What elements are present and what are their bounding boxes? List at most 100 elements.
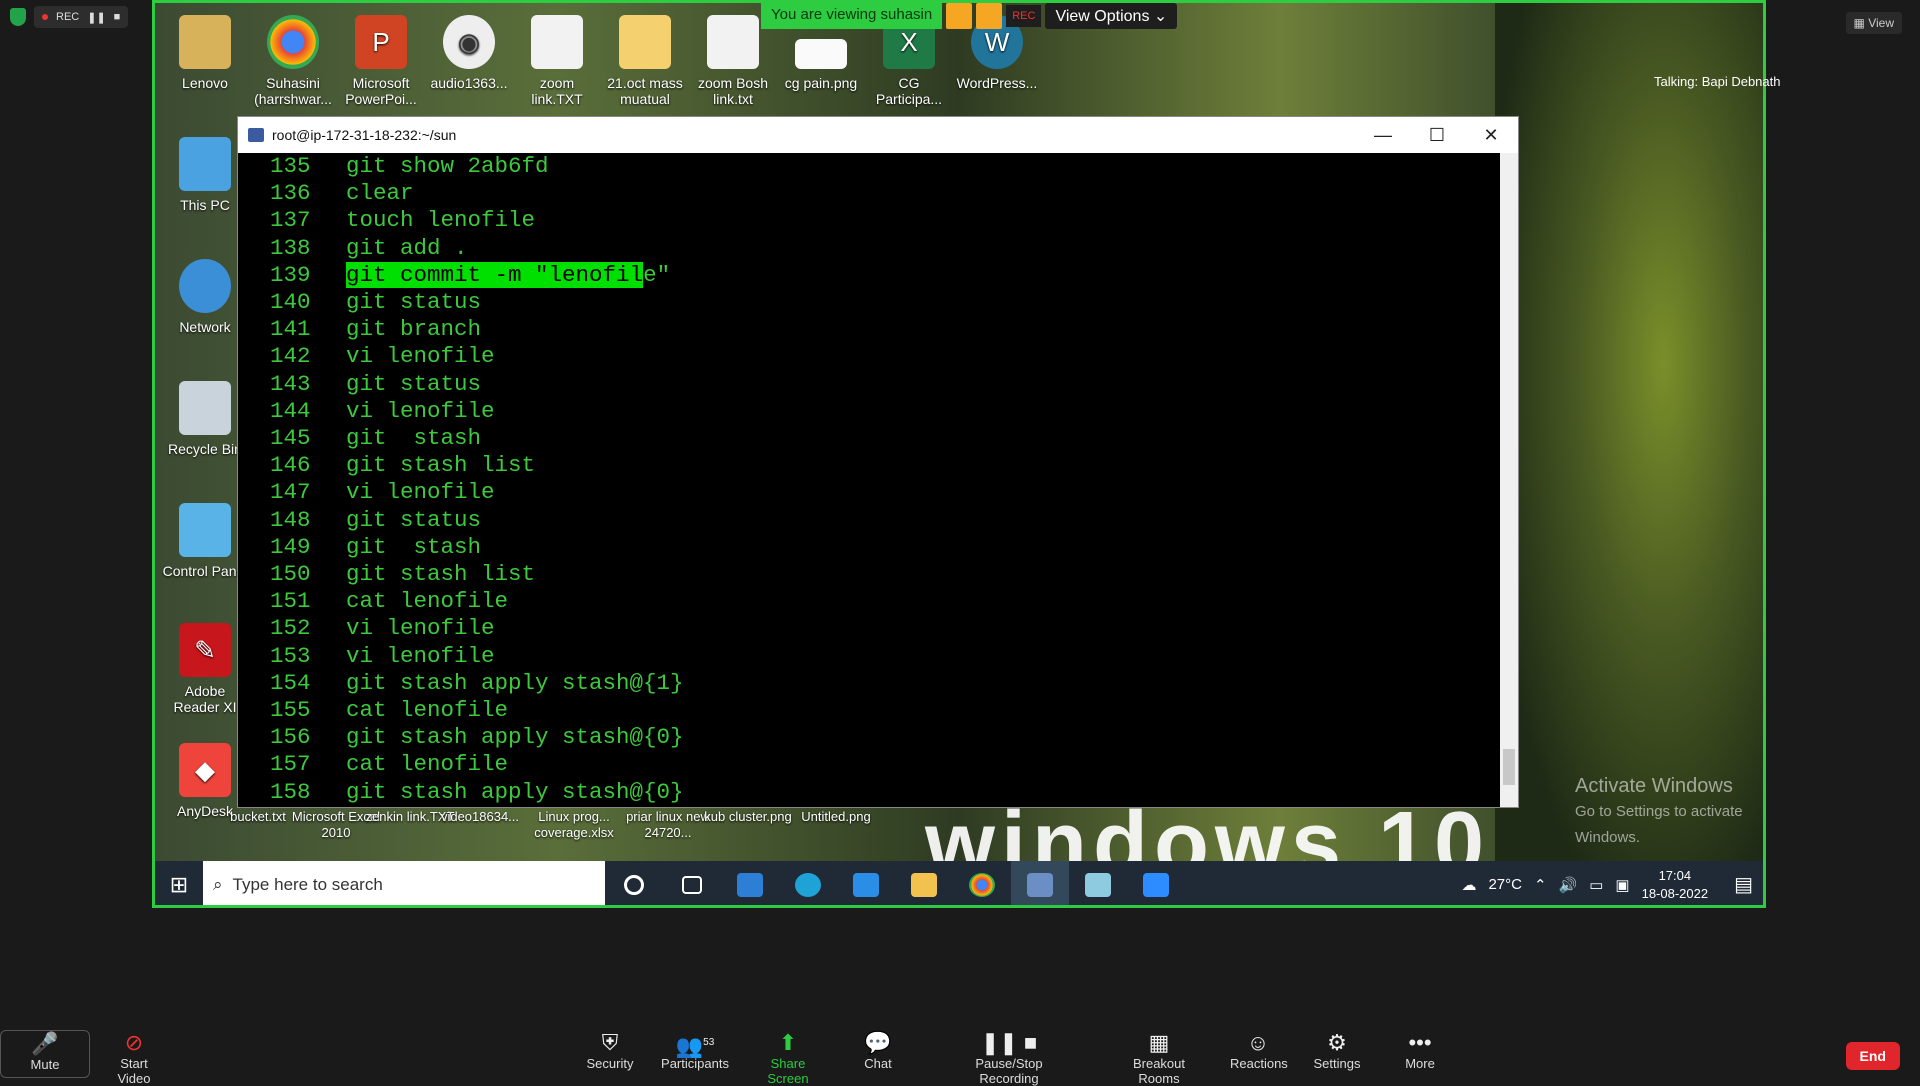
security-button[interactable]: ⛨ Security	[586, 1030, 634, 1071]
temperature[interactable]: 27°C	[1488, 876, 1522, 893]
task-view-icon[interactable]	[663, 861, 721, 905]
putty-taskbar-icon[interactable]	[1011, 861, 1069, 905]
command-text: vi lenofile	[346, 479, 495, 506]
gear-icon: ⚙	[1327, 1030, 1347, 1055]
desktop-icon-lenovo[interactable]: Lenovo	[161, 15, 249, 91]
more-button[interactable]: ••• More	[1400, 1030, 1440, 1071]
file-explorer-icon[interactable]	[895, 861, 953, 905]
view-options-button[interactable]: View Options ⌄	[1045, 3, 1178, 29]
wallpaper-forest	[1495, 3, 1763, 903]
breakout-rooms-button[interactable]: ▦ Breakout Rooms	[1112, 1030, 1206, 1086]
command-text: git stash apply stash@{1}	[346, 669, 684, 696]
desktop-icon-label: 21.oct mass muatual	[607, 75, 683, 107]
store-icon[interactable]	[721, 861, 779, 905]
recording-pill[interactable]: REC ❚❚ ■	[34, 6, 129, 28]
line-number: 148	[270, 506, 311, 533]
powerpoint-icon: P	[355, 15, 407, 69]
view-button[interactable]: ▦ View	[1845, 12, 1902, 34]
shield-icon	[10, 8, 26, 26]
desktop-icon-recycle-bin[interactable]: Recycle Bin	[161, 381, 249, 457]
mic-icon	[976, 3, 1003, 29]
chevron-up-icon[interactable]: ⌃	[1534, 876, 1547, 894]
desktop-icon-label: zoom link.TXT	[531, 75, 583, 107]
terminal-titlebar[interactable]: root@ip-172-31-18-232:~/sun	[238, 117, 1518, 153]
participants-button[interactable]: 👥53 Participants	[660, 1030, 730, 1071]
clock[interactable]: 17:04 18-08-2022	[1642, 867, 1709, 903]
close-icon[interactable]: ✕	[1464, 117, 1518, 153]
edge-icon[interactable]	[779, 861, 837, 905]
view-options-label: View Options	[1055, 8, 1150, 25]
terminal-window[interactable]: root@ip-172-31-18-232:~/sun — ☐ ✕ 135 git…	[237, 116, 1519, 808]
notifications-icon[interactable]: ▤	[1734, 872, 1753, 897]
desktop-icon-zoom-link[interactable]: zoom link.TXT	[513, 15, 601, 107]
terminal-output[interactable]: 135 git show 2ab6fd 136 clear 137 touch lenof…	[238, 153, 1500, 807]
reactions-button[interactable]: ☺ Reactions	[1230, 1030, 1288, 1071]
command-text: git status	[346, 370, 482, 397]
mail-icon[interactable]	[837, 861, 895, 905]
volume-icon[interactable]: 🔊	[1559, 876, 1578, 894]
desktop-label[interactable]: kub cluster.png	[703, 809, 793, 825]
line-number: 154	[270, 669, 311, 696]
taskbar-search[interactable]: ⌕ Type here to search	[203, 861, 605, 905]
line-number: 136	[270, 180, 311, 207]
share-screen-icon: ⬆	[778, 1030, 798, 1055]
terminal-line: 152 vi lenofile	[270, 615, 1500, 642]
audio-file-icon: ◉	[443, 15, 495, 69]
activate-subtitle: Go to Settings to activate Windows.	[1575, 803, 1743, 846]
more-label: More	[1405, 1056, 1435, 1071]
chat-button[interactable]: 💬 Chat	[860, 1030, 896, 1071]
stop-icon[interactable]: ■	[114, 11, 121, 23]
desktop-icon-audio[interactable]: ◉ audio1363...	[425, 15, 513, 91]
line-number: 141	[270, 316, 311, 343]
desktop-icon-control-panel[interactable]: Control Panel	[161, 503, 249, 579]
viewing-message: You are viewing suhasin	[761, 3, 943, 29]
command-text: git stash	[346, 425, 482, 452]
cortana-icon[interactable]	[605, 861, 663, 905]
desktop-icon-this-pc[interactable]: This PC	[161, 137, 249, 213]
desktop-label[interactable]: bucket.txt	[213, 809, 303, 825]
command-text: vi lenofile	[346, 397, 495, 424]
end-button[interactable]: End	[1845, 1042, 1900, 1070]
settings-button[interactable]: ⚙ Settings	[1312, 1030, 1362, 1071]
command-rest: e"	[643, 261, 671, 288]
desktop-icon-folder[interactable]: 21.oct mass muatual	[601, 15, 689, 107]
zoom-taskbar-icon[interactable]	[1127, 861, 1185, 905]
chrome-icon	[267, 15, 319, 69]
network-tray-icon[interactable]: ▣	[1615, 876, 1629, 894]
desktop-icon-powerpoint[interactable]: P Microsoft PowerPoi...	[337, 15, 425, 107]
maximize-icon[interactable]: ☐	[1410, 117, 1464, 153]
windows-start-icon[interactable]: ⊞	[155, 861, 203, 905]
terminal-line: 146 git stash list	[270, 452, 1500, 479]
battery-icon[interactable]: ▭	[1589, 876, 1603, 894]
recording-button[interactable]: ❚❚ ■ Pause/Stop Recording	[946, 1030, 1072, 1086]
desktop-label[interactable]: Linux prog... coverage.xlsx	[529, 809, 619, 841]
desktop-icon-anydesk[interactable]: ◆ AnyDesk	[161, 743, 249, 819]
mute-button[interactable]: 🎤 Mute	[0, 1030, 90, 1078]
desktop-label[interactable]: Untitled.png	[791, 809, 881, 825]
mute-label: Mute	[30, 1057, 60, 1072]
reactions-label: Reactions	[1230, 1056, 1288, 1071]
terminal-line: 155 cat lenofile	[270, 697, 1500, 724]
notepad-taskbar-icon[interactable]	[1069, 861, 1127, 905]
desktop-icon-label: Control Panel	[162, 563, 248, 579]
desktop-icon-network[interactable]: Network	[161, 259, 249, 335]
minimize-icon[interactable]: —	[1356, 117, 1410, 153]
line-number: 158	[270, 778, 311, 805]
share-screen-button[interactable]: ⬆ Share Screen	[750, 1030, 826, 1086]
chrome-taskbar-icon[interactable]	[953, 861, 1011, 905]
start-video-button[interactable]: ⊘ Start Video	[104, 1030, 164, 1086]
scrollbar-thumb[interactable]	[1503, 749, 1515, 785]
desktop-label[interactable]: video18634...	[435, 809, 525, 825]
terminal-scrollbar[interactable]	[1500, 153, 1518, 807]
pause-icon[interactable]: ❚❚	[87, 11, 105, 24]
command-text: git stash	[346, 533, 482, 560]
desktop-icon-adobe-reader[interactable]: ✎ Adobe Reader XI	[161, 623, 249, 715]
desktop-label[interactable]: priar linux new 24720...	[623, 809, 713, 841]
line-number: 137	[270, 207, 311, 234]
desktop-icon-suhasini[interactable]: Suhasini (harrshwar...	[249, 15, 337, 107]
command-text: git stash apply stash@{0}	[346, 724, 684, 751]
video-off-icon: ⊘	[124, 1030, 144, 1055]
chat-icon: 💬	[864, 1030, 892, 1055]
weather-icon[interactable]: ☁	[1461, 876, 1476, 894]
desktop-icon-label: cg pain.png	[784, 75, 858, 91]
